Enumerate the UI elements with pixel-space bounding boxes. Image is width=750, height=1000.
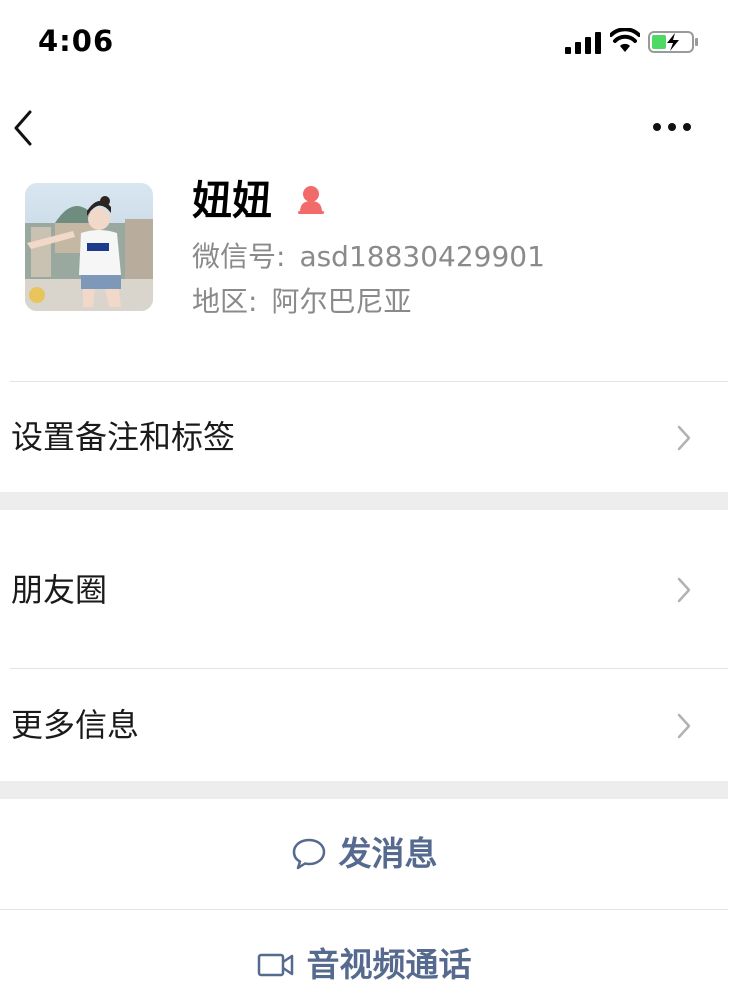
contact-profile-screen: 4:06 妞妞 微信号: asd18830429901 地区: 阿尔巴尼亚 设置… xyxy=(0,0,750,1000)
row-label-more-info: 更多信息 xyxy=(11,706,140,744)
send-message-button[interactable]: 发消息 xyxy=(0,799,728,909)
wechat-id-value: asd18830429901 xyxy=(299,240,545,273)
video-call-button[interactable]: 音视频通话 xyxy=(0,910,728,1000)
chevron-right-icon xyxy=(677,577,691,603)
chevron-right-icon xyxy=(677,713,691,739)
wechat-id-label: 微信号: xyxy=(192,240,286,273)
avatar[interactable] xyxy=(25,183,153,311)
region-line: 地区: 阿尔巴尼亚 xyxy=(192,282,411,322)
video-camera-icon xyxy=(257,953,293,977)
screen-edge xyxy=(728,0,750,1000)
row-label-remarks-and-tags: 设置备注和标签 xyxy=(11,418,236,456)
more-button[interactable] xyxy=(648,112,696,142)
signal-icon xyxy=(565,32,601,54)
row-remarks-and-tags[interactable]: 设置备注和标签 xyxy=(0,382,728,492)
section-gap xyxy=(0,492,728,510)
wechat-id-line: 微信号: asd18830429901 xyxy=(192,237,545,277)
status-bar: 4:06 xyxy=(0,0,728,84)
send-message-label: 发消息 xyxy=(338,834,438,873)
chat-bubble-icon xyxy=(292,838,325,870)
row-more-info[interactable]: 更多信息 xyxy=(0,669,728,781)
chevron-right-icon xyxy=(677,425,691,451)
region-value: 阿尔巴尼亚 xyxy=(271,285,412,318)
region-label: 地区: xyxy=(192,285,258,318)
contact-name: 妞妞 xyxy=(192,178,272,224)
avatar-photo xyxy=(25,183,153,311)
battery-charging-icon xyxy=(648,31,698,53)
wifi-icon xyxy=(610,28,640,52)
chevron-left-icon xyxy=(14,110,32,146)
back-button[interactable] xyxy=(8,108,42,148)
female-icon xyxy=(298,186,324,214)
video-call-label: 音视频通话 xyxy=(306,945,472,984)
row-label-moments: 朋友圈 xyxy=(11,571,108,609)
status-time: 4:06 xyxy=(38,24,115,58)
section-gap xyxy=(0,781,728,799)
row-moments[interactable]: 朋友圈 xyxy=(0,510,728,668)
more-dots-icon xyxy=(653,123,691,131)
